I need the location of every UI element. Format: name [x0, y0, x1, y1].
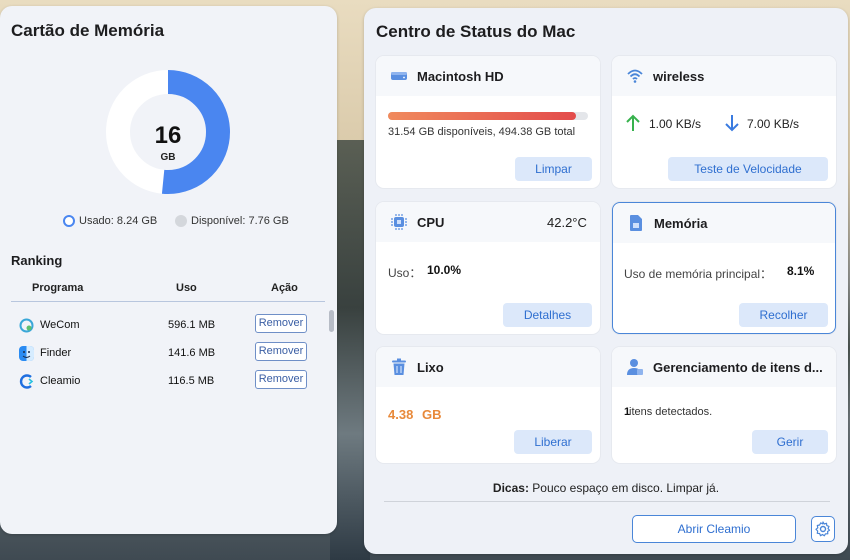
available-dot-icon [175, 215, 187, 227]
gear-icon [815, 521, 831, 537]
tips-divider [384, 501, 830, 502]
remove-button[interactable]: Remover [255, 370, 307, 389]
memory-usage-label: Uso de memória principal： [624, 267, 773, 281]
status-center-title: Centro de Status do Mac [376, 22, 576, 41]
remove-button[interactable]: Remover [255, 342, 307, 361]
items-management-card: Gerenciamento de itens d... 1 itens dete… [612, 347, 836, 463]
trash-card: Lixo 4.38 GB Liberar [376, 347, 600, 463]
finder-icon [19, 346, 34, 361]
app-name: Finder [40, 347, 72, 359]
memory-usage-value: 8.1% [787, 264, 815, 278]
collect-button[interactable]: Recolher [739, 303, 828, 327]
details-button[interactable]: Detalhes [503, 303, 592, 327]
disk-usage-fill [388, 112, 576, 120]
settings-button[interactable] [811, 516, 835, 542]
column-header-program: Programa [32, 282, 84, 294]
trash-card-header: Lixo [376, 347, 600, 387]
tips-bar: Dicas: Pouco espaço em disco. Limpar já. [364, 481, 848, 495]
column-header-usage: Uso [176, 282, 197, 294]
memory-card-panel: Cartão de Memória 16 GB Usado: 8.24 GB D… [0, 6, 337, 534]
download-speed: 7.00 KB/s [747, 117, 800, 131]
free-up-button[interactable]: Liberar [514, 430, 592, 454]
memory-status-card: Memória Uso de memória principal： 8.1% R… [612, 202, 836, 334]
app-usage: 596.1 MB [168, 319, 216, 331]
memory-card-header: Memória [613, 203, 835, 243]
legend-used: Usado: 8.24 GB [63, 215, 157, 227]
disk-card: Macintosh HD 31.54 GB disponíveis, 494.3… [376, 56, 600, 188]
trash-icon [392, 358, 406, 375]
memory-chip-icon [630, 215, 642, 231]
donut-unit: GB [160, 152, 176, 163]
legend-available-label: Disponível: 7.76 GB [191, 215, 289, 227]
column-header-action: Ação [271, 282, 298, 294]
status-center-panel: Centro de Status do Mac Macintosh HD 31.… [364, 8, 848, 554]
tips-text: Pouco espaço em disco. Limpar já. [528, 481, 720, 495]
wifi-icon [627, 69, 643, 83]
download-arrow-icon [725, 115, 739, 132]
clean-button[interactable]: Limpar [515, 157, 592, 181]
speed-test-button[interactable]: Teste de Velocidade [668, 157, 828, 181]
wireless-card: wireless 1.00 KB/s 7.00 KB/s Teste de Ve… [612, 56, 836, 188]
wireless-title: wireless [653, 69, 705, 84]
app-usage: 141.6 MB [168, 347, 216, 359]
donut-center: 16 GB [106, 70, 230, 194]
trash-size-unit: GB [422, 407, 442, 422]
open-cleamio-button[interactable]: Abrir Cleamio [632, 515, 796, 543]
memory-title: Memória [654, 216, 708, 231]
trash-title: Lixo [417, 360, 444, 375]
user-items-icon [627, 359, 643, 375]
table-divider [11, 301, 325, 302]
donut-value: 16 [154, 122, 182, 149]
wecom-icon [19, 318, 34, 333]
upload-speed: 1.00 KB/s [649, 117, 702, 131]
disk-card-header: Macintosh HD [376, 56, 600, 96]
tips-label: Dicas: [492, 481, 529, 495]
upload-arrow-icon [626, 114, 640, 131]
trash-size-value: 4.38 [388, 407, 414, 422]
used-dot-icon [63, 215, 75, 227]
app-name: Cleamio [40, 375, 81, 387]
memory-card-title: Cartão de Memória [11, 21, 165, 40]
disk-info: 31.54 GB disponíveis, 494.38 GB total [388, 126, 576, 138]
wireless-card-header: wireless [612, 56, 836, 96]
legend-used-label: Usado: 8.24 GB [79, 215, 158, 227]
table-row: Finder 141.6 MB Remover [0, 340, 330, 368]
disk-usage-bar [388, 112, 588, 120]
app-name: WeCom [40, 319, 80, 331]
legend-available: Disponível: 7.76 GB [175, 215, 289, 227]
ranking-scrollbar[interactable] [329, 310, 334, 332]
table-row: Cleamio 116.5 MB Remover [0, 368, 330, 396]
items-detected-label: itens detectados. [629, 406, 713, 418]
cpu-usage-value: 10.0% [427, 263, 462, 277]
cpu-card: CPU 42.2°C Uso： 10.0% Detalhes [376, 202, 600, 334]
items-card-header: Gerenciamento de itens d... [612, 347, 836, 387]
cpu-icon [391, 214, 407, 230]
table-row: WeCom 596.1 MB Remover [0, 312, 330, 340]
cleamio-icon [19, 374, 34, 389]
hard-drive-icon [391, 72, 407, 80]
items-title: Gerenciamento de itens d... [653, 360, 823, 375]
remove-button[interactable]: Remover [255, 314, 307, 333]
manage-button[interactable]: Gerir [752, 430, 828, 454]
cpu-card-header: CPU 42.2°C [376, 202, 600, 242]
disk-title: Macintosh HD [417, 69, 504, 84]
cpu-title: CPU [417, 215, 445, 230]
app-usage: 116.5 MB [168, 375, 215, 387]
ranking-title: Ranking [11, 253, 63, 268]
cpu-usage-label: Uso： [388, 266, 422, 280]
cpu-temperature: 42.2°C [547, 215, 587, 230]
